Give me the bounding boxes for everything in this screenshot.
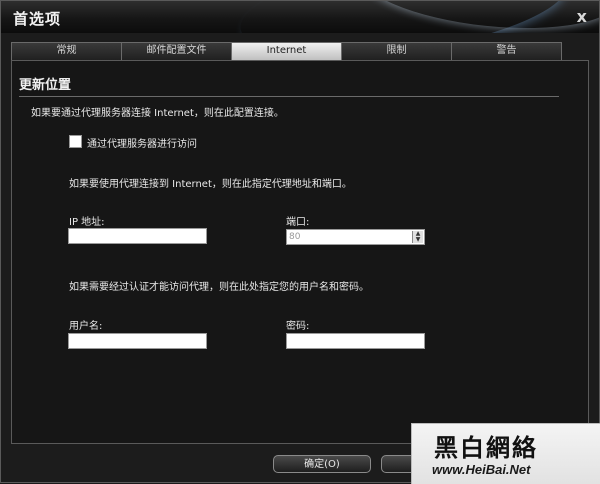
preferences-window: 首选项 x 常规 邮件配置文件 Internet 限制 警告 更新位置 如果要通…	[0, 0, 600, 483]
ip-address-label: IP 地址:	[69, 217, 105, 228]
password-label: 密码:	[286, 321, 310, 332]
watermark-logo: 黑白網絡	[434, 433, 538, 462]
proxy-note: 如果要使用代理连接到 Internet，则在此指定代理地址和端口。	[69, 179, 352, 190]
watermark-url: www.HeiBai.Net	[432, 462, 531, 477]
watermark: 黑白網絡 www.HeiBai.Net	[411, 423, 600, 484]
use-proxy-label: 通过代理服务器进行访问	[87, 139, 197, 150]
use-proxy-checkbox[interactable]	[69, 135, 82, 148]
tab-restrictions[interactable]: 限制	[341, 42, 452, 60]
window-title: 首选项	[13, 10, 62, 28]
username-label: 用户名:	[69, 321, 103, 332]
section-description: 如果要通过代理服务器连接 Internet，则在此配置连接。	[31, 108, 284, 119]
tab-internet[interactable]: Internet	[231, 42, 342, 61]
auth-note: 如果需要经过认证才能访问代理，则在此处指定您的用户名和密码。	[69, 282, 369, 293]
section-title: 更新位置	[19, 78, 72, 93]
port-label: 端口:	[286, 217, 310, 228]
ip-address-input[interactable]	[68, 228, 207, 244]
section-divider	[19, 96, 559, 97]
password-input[interactable]	[286, 333, 425, 349]
tab-bar: 常规 邮件配置文件 Internet 限制 警告	[11, 42, 562, 61]
tab-warnings[interactable]: 警告	[451, 42, 562, 60]
tab-general[interactable]: 常规	[11, 42, 122, 60]
close-icon[interactable]: x	[577, 7, 587, 26]
title-bar: 首选项 x	[1, 1, 599, 33]
port-spinner-icon[interactable]: ▲ ▼	[412, 231, 423, 243]
ok-button[interactable]: 确定(O)	[273, 455, 371, 473]
tab-mail-profile[interactable]: 邮件配置文件	[121, 42, 232, 60]
username-input[interactable]	[68, 333, 207, 349]
port-value: 80	[289, 232, 301, 242]
port-input[interactable]: 80 ▲ ▼	[286, 229, 425, 245]
